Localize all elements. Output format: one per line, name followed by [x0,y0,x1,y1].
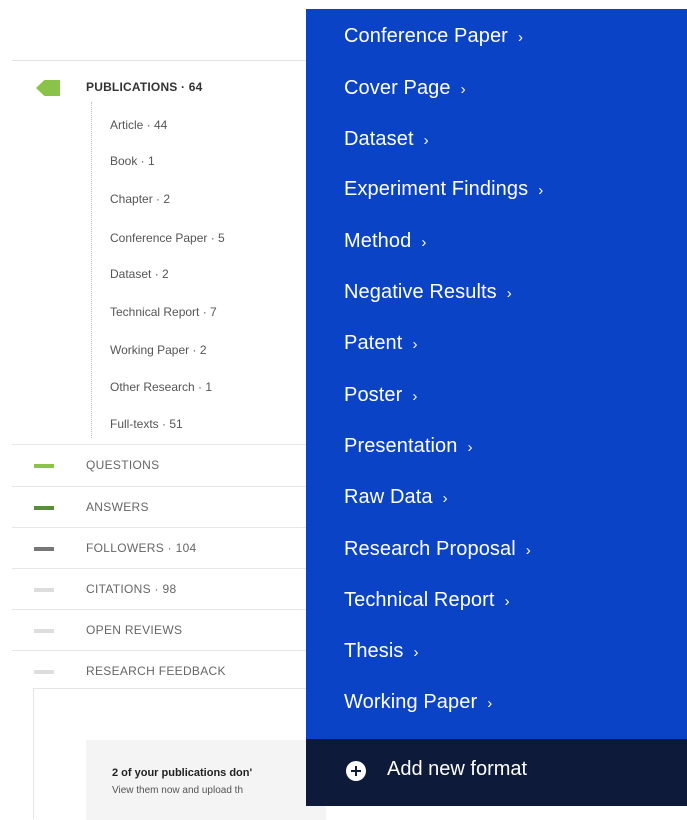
sidebar-item-label: OPEN REVIEWS [86,623,183,637]
chevron-right-icon: › [467,439,473,456]
menu-item-label: Experiment Findings [344,178,529,200]
menu-item-raw-data[interactable]: Raw Data › [344,481,448,513]
chevron-right-icon: › [538,182,544,199]
menu-item-label: Thesis [344,640,404,662]
section-marker [34,506,54,510]
chevron-right-icon: › [421,234,427,251]
menu-item-label: Patent [344,332,403,354]
chevron-right-icon: › [442,490,448,507]
menu-item-working-paper[interactable]: Working Paper › [344,686,492,718]
sidebar-item-label: RESEARCH FEEDBACK [86,664,226,678]
chevron-right-icon: › [487,695,493,712]
menu-item-negative-results[interactable]: Negative Results › [344,276,512,308]
menu-item-label: Dataset [344,128,414,150]
sidebar-item-answers[interactable]: ANSWERS [12,486,306,527]
sidebar-subitem-other-research[interactable]: Other Research · 1 [110,377,212,397]
chevron-right-icon: › [423,132,429,149]
sidebar-item-publications[interactable]: PUBLICATIONS · 64 [0,76,306,100]
notice-title: 2 of your publications don' [112,767,253,779]
chevron-right-icon: › [506,285,512,302]
format-dropdown-menu: Conference Paper › Cover Page › Dataset › E… [306,9,687,806]
section-marker [34,547,54,551]
menu-item-label: Cover Page [344,77,451,99]
sidebar-subitem-technical-report[interactable]: Technical Report · 7 [110,302,217,322]
tree-connector [91,102,92,438]
notice-banner [86,740,326,820]
section-marker [34,629,54,633]
chevron-right-icon: › [504,593,510,610]
add-new-format-label: Add new format [387,758,528,780]
menu-item-method[interactable]: Method › [344,225,426,257]
chevron-right-icon: › [412,388,418,405]
divider [12,60,306,61]
menu-item-label: Research Proposal [344,538,516,560]
plus-circle-icon [346,761,366,781]
menu-item-label: Conference Paper [344,25,508,47]
menu-item-label: Method [344,230,412,252]
sidebar-item-questions[interactable]: QUESTIONS [12,444,306,485]
active-tag-icon [36,80,60,96]
sidebar-subitem-working-paper[interactable]: Working Paper · 2 [110,340,207,360]
menu-item-label: Technical Report [344,589,495,611]
section-marker [34,588,54,592]
chevron-right-icon: › [413,644,419,661]
sidebar-item-label: ANSWERS [86,500,149,514]
menu-item-experiment-findings[interactable]: Experiment Findings › [344,173,543,205]
chevron-right-icon: › [517,29,524,46]
sidebar-item-followers[interactable]: FOLLOWERS · 104 [12,527,306,568]
sidebar-item-label: CITATIONS · 98 [86,582,177,596]
chevron-right-icon: › [460,81,466,98]
publications-label: PUBLICATIONS · 64 [86,80,203,94]
sidebar-subitem-dataset[interactable]: Dataset · 2 [110,264,169,284]
sidebar-item-label: QUESTIONS [86,458,160,472]
sidebar-subitem-chapter[interactable]: Chapter · 2 [110,189,170,209]
sidebar-subitem-article[interactable]: Article · 44 [110,115,167,135]
sidebar-item-research-feedback[interactable]: RESEARCH FEEDBACK [12,650,306,691]
profile-sidebar: PUBLICATIONS · 64 Article · 44 Book · 1 … [0,0,306,806]
menu-item-label: Poster [344,384,403,406]
menu-item-patent[interactable]: Patent › [344,327,418,359]
menu-item-label: Working Paper [344,691,478,713]
sidebar-subitem-full-texts[interactable]: Full-texts · 51 [110,414,183,434]
sidebar-item-citations[interactable]: CITATIONS · 98 [12,568,306,609]
menu-item-label: Presentation [344,435,458,457]
sidebar-item-label: FOLLOWERS · 104 [86,541,197,555]
notice-subtitle: View them now and upload th [112,785,244,796]
menu-item-presentation[interactable]: Presentation › [344,430,473,462]
sidebar-item-open-reviews[interactable]: OPEN REVIEWS [12,609,306,650]
menu-item-thesis[interactable]: Thesis › [344,635,419,667]
sidebar-subitem-book[interactable]: Book · 1 [110,151,155,171]
menu-item-label: Raw Data [344,486,433,508]
menu-item-research-proposal[interactable]: Research Proposal › [344,533,531,565]
menu-item-conference-paper[interactable]: Conference Paper › [344,20,523,52]
menu-item-dataset[interactable]: Dataset › [344,123,429,155]
menu-item-cover-page[interactable]: Cover Page › [344,72,466,104]
sidebar-subitem-conference-paper[interactable]: Conference Paper · 5 [110,228,225,248]
section-marker [34,670,54,674]
add-new-format-button[interactable]: Add new format [306,739,687,806]
chevron-right-icon: › [412,336,418,353]
menu-item-technical-report[interactable]: Technical Report › [344,584,510,616]
menu-item-poster[interactable]: Poster › [344,379,418,411]
chevron-right-icon: › [525,542,531,559]
menu-item-label: Negative Results [344,281,497,303]
section-marker [34,464,54,468]
